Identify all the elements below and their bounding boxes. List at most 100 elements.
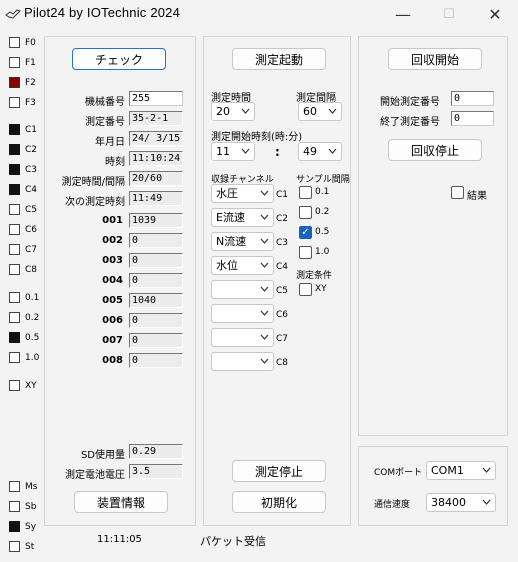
channel-value: 0 bbox=[129, 313, 183, 328]
sampling-header: サンプル間隔 bbox=[296, 175, 350, 185]
indicator-f2-checkbox bbox=[9, 77, 20, 88]
condition-header: 測定条件 bbox=[296, 271, 333, 281]
indicator-c7-checkbox bbox=[9, 244, 20, 255]
result-checkbox[interactable] bbox=[451, 186, 464, 199]
indicator-f3-checkbox bbox=[9, 97, 20, 108]
field-value: 24/ 3/15 bbox=[129, 131, 183, 146]
maximize-button[interactable]: ☐ bbox=[426, 0, 472, 28]
chevron-down-icon bbox=[260, 310, 269, 316]
baud-rate-select[interactable]: 38400 bbox=[426, 493, 496, 512]
chevron-down-icon bbox=[260, 238, 269, 244]
check-button[interactable]: チェック bbox=[72, 48, 166, 70]
start-hour-value: 11 bbox=[216, 145, 230, 158]
channel-tag: C4 bbox=[276, 262, 289, 272]
channel-value: 1040 bbox=[129, 293, 183, 308]
start-measurement-button[interactable]: 測定起動 bbox=[232, 48, 326, 70]
indicator-label: F2 bbox=[25, 78, 36, 88]
xy-checkbox[interactable] bbox=[299, 283, 312, 296]
close-icon: ✕ bbox=[488, 4, 502, 24]
collect-stop-button[interactable]: 回収停止 bbox=[388, 139, 482, 161]
baud-rate-label: 通信速度 bbox=[374, 500, 411, 510]
channel-select-c1[interactable]: 水圧 bbox=[211, 184, 274, 203]
indicator-label: 0.1 bbox=[25, 293, 40, 303]
end-number-input[interactable]: 0 bbox=[451, 111, 494, 126]
indicator-label: C7 bbox=[25, 245, 38, 255]
indicator-label: XY bbox=[25, 381, 37, 391]
chevron-down-icon bbox=[241, 108, 250, 114]
initialize-button[interactable]: 初期化 bbox=[232, 491, 326, 513]
channel-select-c7[interactable] bbox=[211, 328, 274, 347]
channel-label: 003 bbox=[102, 255, 123, 266]
channel-select-c8[interactable] bbox=[211, 352, 274, 371]
title-bar: Pilot24 by IOTechnic 2024 — ☐ ✕ bbox=[0, 0, 518, 28]
indicator-label: F1 bbox=[25, 58, 36, 68]
indicator-ms-checkbox bbox=[9, 481, 20, 492]
channel-select-c5[interactable] bbox=[211, 280, 274, 299]
minimize-button[interactable]: — bbox=[380, 0, 426, 28]
field-label: 時刻 bbox=[105, 157, 125, 168]
channel-value: 0 bbox=[129, 233, 183, 248]
xy-label: XY bbox=[315, 284, 327, 294]
device-info-button[interactable]: 装置情報 bbox=[74, 491, 168, 513]
channel-select-value: E流速 bbox=[216, 211, 245, 224]
sampling-checkbox[interactable] bbox=[299, 206, 312, 219]
channel-select-c2[interactable]: E流速 bbox=[211, 208, 274, 227]
machine-number-input[interactable]: 255 bbox=[129, 91, 183, 106]
start-minute-select[interactable]: 49 bbox=[298, 142, 342, 161]
indicator-label: F0 bbox=[25, 38, 36, 48]
status-message: パケット受信 bbox=[200, 535, 266, 548]
chevron-down-icon bbox=[241, 148, 250, 154]
field-value: 11:49 bbox=[129, 191, 183, 206]
sampling-checkbox[interactable]: ✓ bbox=[299, 226, 312, 239]
channel-tag: C2 bbox=[276, 214, 289, 224]
comm-panel bbox=[358, 446, 508, 526]
indicator-label: C8 bbox=[25, 265, 38, 275]
indicator-st-checkbox bbox=[9, 541, 20, 552]
channel-value: 0 bbox=[129, 333, 183, 348]
indicator-c5-checkbox bbox=[9, 204, 20, 215]
indicator-xy-checkbox bbox=[9, 380, 20, 391]
com-port-select[interactable]: COM1 bbox=[426, 461, 496, 480]
channel-tag: C6 bbox=[276, 310, 289, 320]
sampling-label: 0.2 bbox=[315, 207, 330, 217]
indicator-label: Ms bbox=[25, 482, 38, 492]
indicator-c4-checkbox bbox=[9, 184, 20, 195]
channel-select-c4[interactable]: 水位 bbox=[211, 256, 274, 275]
channel-label: 006 bbox=[102, 315, 123, 326]
chevron-down-icon bbox=[482, 467, 491, 473]
indicator-c8-checkbox bbox=[9, 264, 20, 275]
window-title: Pilot24 by IOTechnic 2024 bbox=[24, 5, 181, 20]
channel-select-c3[interactable]: N流速 bbox=[211, 232, 274, 251]
status-time: 11:11:05 bbox=[97, 534, 142, 545]
maximize-icon: ☐ bbox=[443, 6, 455, 22]
duration-select[interactable]: 20 bbox=[211, 102, 255, 121]
start-number-input[interactable]: 0 bbox=[451, 91, 494, 106]
indicator-sy-checkbox bbox=[9, 521, 20, 532]
com-port-label: COMポート bbox=[374, 468, 423, 478]
channel-tag: C8 bbox=[276, 358, 289, 368]
chevron-down-icon bbox=[260, 286, 269, 292]
field-label: 測定番号 bbox=[85, 117, 125, 128]
checkmark-icon: ✓ bbox=[301, 226, 310, 238]
indicator-10-checkbox bbox=[9, 352, 20, 363]
start-hour-select[interactable]: 11 bbox=[211, 142, 255, 161]
close-button[interactable]: ✕ bbox=[472, 0, 518, 28]
indicator-label: C3 bbox=[25, 165, 38, 175]
indicator-05-checkbox bbox=[9, 332, 20, 343]
start-time-label: 測定開始時刻(時:分) bbox=[211, 132, 303, 143]
sampling-checkbox[interactable] bbox=[299, 186, 312, 199]
sampling-checkbox[interactable] bbox=[299, 246, 312, 259]
stop-measurement-button[interactable]: 測定停止 bbox=[232, 460, 326, 482]
collect-start-button[interactable]: 回収開始 bbox=[388, 48, 482, 70]
indicator-label: St bbox=[25, 542, 35, 552]
indicator-01-checkbox bbox=[9, 292, 20, 303]
chevron-down-icon bbox=[482, 499, 491, 505]
sd-usage-label: SD使用量 bbox=[80, 450, 125, 461]
start-number-label: 開始測定番号 bbox=[380, 97, 440, 108]
interval-select[interactable]: 60 bbox=[298, 102, 342, 121]
indicator-label: 0.2 bbox=[25, 313, 40, 323]
indicator-label: 1.0 bbox=[25, 353, 40, 363]
channel-select-c6[interactable] bbox=[211, 304, 274, 323]
duration-value: 20 bbox=[216, 105, 230, 118]
chevron-down-icon bbox=[260, 214, 269, 220]
